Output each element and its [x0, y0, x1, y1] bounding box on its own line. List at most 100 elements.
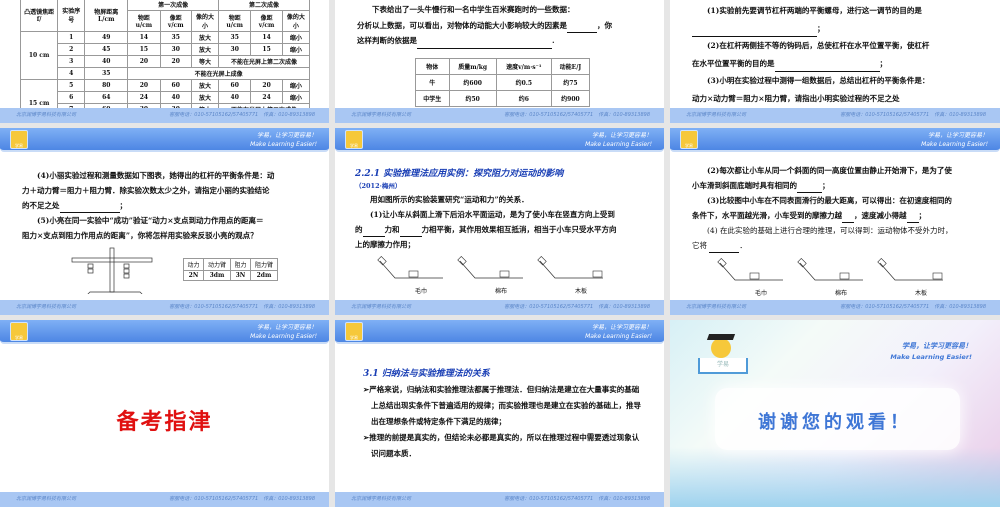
text-line: 上的摩擦力作用；	[355, 240, 415, 249]
text-line: 力＋动力臂＝阻力＋阻力臂．除实验次数太少之外，请指定小丽的实验结论	[22, 186, 270, 195]
slide-thumbnail-6[interactable]: 学易 学易，让学习更容易！ Make Learning Easier! (2)每次都…	[670, 128, 1000, 315]
table-cell: 约75	[550, 74, 591, 91]
table-cell: 速度v/m·s⁻¹	[495, 58, 552, 75]
table-cell: 20	[159, 55, 192, 68]
slogan-cn: 学易，让学习更容易！	[591, 132, 652, 139]
slide-header: 学易 学易，让学习更容易！ Make Learning Easier!	[0, 320, 329, 344]
text: 力相平衡，其作用效果相互抵消，相当于小车只受水平方向	[421, 225, 617, 234]
table-cell: 60	[218, 79, 252, 92]
table-cell: 20	[127, 55, 161, 68]
bullet-text: 推理的前提是真实的，但结论未必都是真实的，所以在推理过程中需要透过现象认识问题本…	[369, 433, 640, 458]
table-cell: 2dm	[249, 270, 279, 281]
table-cell: 80	[84, 79, 129, 92]
text: ，速度减小得越	[854, 211, 907, 220]
slide-thumbnail-5[interactable]: 学易 学易，让学习更容易！ Make Learning Easier! 2.2.1 …	[335, 128, 664, 315]
table-cell: 实验序号	[57, 0, 86, 32]
slide-footer: 北京润博学易科技有限公司 客服电话：010-57105162/57405771 传…	[0, 108, 329, 123]
table-cell: 第二次成像	[218, 0, 310, 11]
text-line: 的不足之处	[22, 201, 60, 210]
table-cell: 5	[57, 79, 86, 92]
slogan-en: Make Learning Easier!	[921, 141, 988, 148]
slogan-cn: 学易，让学习更容易！	[902, 342, 972, 350]
question-3: (3)小明在实验过程中测得一组数据后，总结出杠杆的平衡条件是：	[707, 76, 930, 85]
table-cell: 14	[127, 31, 161, 44]
slide-thumbnail-3[interactable]: (1)实验前先要调节杠杆两端的平衡螺母，进行这一调节的目的是 ； (2)在杠杆两…	[670, 0, 1000, 123]
table-cell: 像距v/cm	[250, 10, 283, 32]
contact-info: 客服电话：010-57105162/57405771 传真：010-893138…	[504, 304, 650, 310]
table-cell: 物距u/cm	[218, 10, 252, 32]
text-line: (1)让小车从斜面上滑下后沿水平面运动，是为了使小车在竖直方向上受到	[370, 210, 615, 219]
table-cell: 动能E/J	[550, 58, 591, 75]
table-cell: 30	[218, 43, 252, 56]
slogan-en: Make Learning Easier!	[250, 333, 317, 340]
slide-footer: 北京润博学易科技有限公司 客服电话：010-57105162/57405771 传…	[335, 108, 664, 123]
slide-thumbnail-7[interactable]: 学易 学易，让学习更容易！ Make Learning Easier! 备考指津 北…	[0, 320, 329, 507]
lens-experiment-table: 凸透镜焦距f/实验序号 物屏距离L/cm 第一次成像 第二次成像 物距u/cm 像距v/c…	[19, 0, 311, 123]
table-cell: 缩小	[281, 31, 311, 44]
company-name: 北京润博学易科技有限公司	[351, 496, 412, 502]
contact-info: 客服电话：010-57105162/57405771 传真：010-893138…	[840, 112, 986, 118]
table-cell: 放大	[190, 91, 220, 104]
company-name: 北京润博学易科技有限公司	[16, 496, 77, 502]
table-cell: 牛	[415, 74, 450, 91]
table-cell: 40	[84, 55, 129, 68]
ramp-diagram-towel: 毛巾	[375, 256, 445, 296]
table-cell: 3dm	[202, 270, 231, 281]
slide-thumbnail-4[interactable]: 学易 学易，让学习更容易！ Make Learning Easier! (4)小丽实…	[0, 128, 329, 315]
table-row: 6 64 24 40 放大 40 24 缩小	[21, 91, 311, 104]
table-cell: 缩小	[281, 79, 311, 92]
contact-info: 客服电话：010-57105162/57405771 传真：010-893138…	[504, 112, 650, 118]
logo-icon: 学易	[10, 130, 28, 149]
text-line: 在水平位置平衡的目的是	[692, 58, 775, 68]
table-cell: 10 cm	[19, 31, 59, 80]
table-cell: 35	[159, 31, 192, 44]
text: ；	[918, 211, 927, 220]
table-cell: 不能在光屏上成像	[127, 67, 310, 80]
table-cell: 阻力臂	[249, 258, 279, 271]
table-row: 15 cm 5 80 20 60 放大 60 20 缩小	[19, 79, 311, 123]
question-2: (2)每次都让小车从同一个斜面的同一高度位置由静止开始滑下，是为了使	[707, 166, 952, 175]
text: ；	[879, 58, 888, 68]
text-line: 用如图所示的实验装置研究“运动和力”的关系．	[370, 195, 529, 204]
slide-footer: 北京润博学易科技有限公司 客服电话：010-57105162/57405771 传…	[670, 108, 1000, 123]
table-cell: 24	[127, 91, 161, 104]
table-cell: 49	[84, 31, 129, 44]
slogan-cn: 学易，让学习更容易！	[256, 132, 317, 139]
slide-thumbnail-1[interactable]: 凸透镜焦距f/实验序号 物屏距离L/cm 第一次成像 第二次成像 物距u/cm 像距v/c…	[0, 0, 329, 123]
text: 它将	[692, 241, 707, 250]
table-cell: 约600	[448, 74, 497, 91]
table-cell: 像的大小	[281, 10, 311, 32]
text: ；	[822, 181, 830, 190]
slide-thumbnail-8[interactable]: 学易 学易，让学习更容易！ Make Learning Easier! 3.1 归纳…	[335, 320, 664, 507]
slide-title: 2.2.1 实验推理法应用实例：探究阻力对运动的影响	[355, 169, 564, 179]
table-cell: 动力臂	[202, 258, 231, 271]
text-line: ，你	[597, 20, 612, 30]
table-row: 4 35 不能在光屏上成像	[21, 67, 310, 80]
table-cell: 30	[159, 43, 192, 56]
table-cell: 物体	[415, 58, 450, 75]
table-cell: 24	[250, 91, 283, 104]
table-row: 物体 质量m/kg 速度v/m·s⁻¹ 动能E/J	[415, 58, 591, 75]
table-cell: 64	[84, 91, 129, 104]
table-cell: 40	[159, 91, 192, 104]
surface-label: 毛巾	[755, 290, 768, 297]
slide-footer: 北京润博学易科技有限公司 客服电话：010-57105162/57405771 传…	[335, 300, 664, 315]
ramp-diagram-board: 木板	[875, 258, 945, 298]
slide-footer: 北京润博学易科技有限公司 客服电话：010-57105162/57405771 传…	[0, 492, 329, 507]
slide-thumbnail-9[interactable]: 学易 学易，让学习更容易！ Make Learning Easier! 谢谢您的…	[670, 320, 1000, 507]
table-cell: 物屏距离L/cm	[84, 0, 129, 32]
ramp-diagram-cotton: 棉布	[455, 256, 525, 296]
slide-header: 学易 学易，让学习更容易！ Make Learning Easier!	[335, 128, 664, 152]
slogan-en: Make Learning Easier!	[585, 333, 652, 340]
contact-info: 客服电话：010-57105162/57405771 传真：010-893138…	[169, 112, 315, 118]
text: 小车滑到斜面底端时具有相同的	[692, 181, 797, 190]
slide-header: 学易 学易，让学习更容易！ Make Learning Easier!	[670, 128, 1000, 152]
slide-thumbnail-2[interactable]: 下表给出了一头牛慢行和一名中学生百米赛跑时的一些数据： 分析以上数据，可以看出，…	[335, 0, 664, 123]
surface-label: 毛巾	[415, 288, 428, 295]
text: 力和	[384, 225, 400, 234]
contact-info: 客服电话：010-57105162/57405771 传真：010-893138…	[840, 304, 986, 310]
company-name: 北京润博学易科技有限公司	[16, 304, 77, 310]
table-cell: 15	[127, 43, 161, 56]
lever-data-table: 动力 动力臂 阻力 阻力臂 2N 3dm 3N 2dm	[183, 258, 279, 281]
kinetic-energy-table: 物体 质量m/kg 速度v/m·s⁻¹ 动能E/J 牛约600 约0.5 约75 中学生 约50…	[415, 58, 591, 107]
